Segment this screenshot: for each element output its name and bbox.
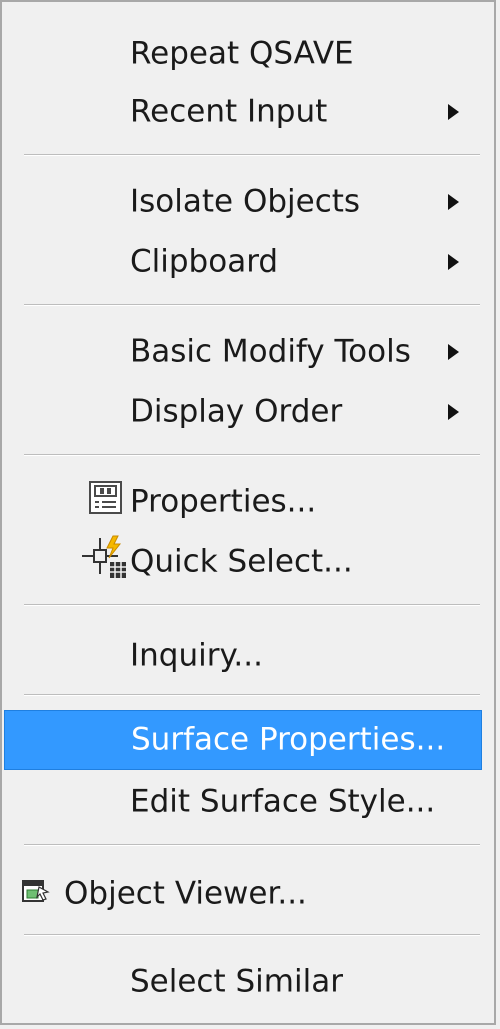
menu-item-repeat-qsave[interactable]: Repeat QSAVE	[4, 24, 482, 84]
menu-separator	[24, 304, 480, 306]
menu-item-label: Clipboard	[130, 243, 279, 280]
menu-item-properties[interactable]: Properties...	[4, 472, 482, 532]
quick-select-icon	[80, 534, 130, 590]
menu-item-label: Inquiry...	[130, 637, 263, 674]
submenu-arrow-icon	[448, 344, 459, 360]
menu-item-label: Surface Properties...	[131, 721, 446, 758]
menu-item-label: Properties...	[130, 483, 317, 520]
submenu-arrow-icon	[448, 104, 459, 120]
object-viewer-icon	[22, 876, 50, 912]
menu-item-quick-select[interactable]: Quick Select...	[4, 532, 482, 592]
menu-item-label: Edit Surface Style...	[130, 783, 436, 820]
menu-separator	[24, 604, 480, 606]
menu-item-label: Display Order	[130, 393, 343, 430]
submenu-arrow-icon	[448, 254, 459, 270]
menu-item-display-order[interactable]: Display Order	[4, 382, 482, 442]
menu-item-label: Select Similar	[130, 963, 343, 1000]
menu-item-label: Quick Select...	[130, 543, 353, 580]
menu-item-recent-input[interactable]: Recent Input	[4, 82, 482, 142]
menu-separator	[24, 934, 480, 936]
menu-item-isolate-objects[interactable]: Isolate Objects	[4, 172, 482, 232]
context-menu: Repeat QSAVE Recent Input Isolate Object…	[0, 0, 496, 1025]
menu-item-edit-surface-style[interactable]: Edit Surface Style...	[4, 772, 482, 832]
menu-separator	[24, 454, 480, 456]
properties-icon	[88, 480, 124, 524]
menu-separator	[24, 154, 480, 156]
menu-item-surface-properties[interactable]: Surface Properties...	[4, 710, 482, 770]
menu-item-select-similar[interactable]: Select Similar	[4, 952, 482, 1012]
menu-item-label: Isolate Objects	[130, 183, 361, 220]
menu-item-basic-modify-tools[interactable]: Basic Modify Tools	[4, 322, 482, 382]
menu-item-label: Recent Input	[130, 93, 328, 130]
submenu-arrow-icon	[448, 194, 459, 210]
menu-item-object-viewer[interactable]: Object Viewer...	[4, 864, 482, 924]
menu-separator	[24, 844, 480, 846]
menu-item-label: Repeat QSAVE	[130, 35, 354, 72]
menu-separator	[24, 694, 480, 696]
menu-item-label: Basic Modify Tools	[130, 333, 411, 370]
menu-item-clipboard[interactable]: Clipboard	[4, 232, 482, 292]
menu-item-label: Object Viewer...	[64, 875, 307, 912]
submenu-arrow-icon	[448, 404, 459, 420]
menu-item-inquiry[interactable]: Inquiry...	[4, 626, 482, 686]
